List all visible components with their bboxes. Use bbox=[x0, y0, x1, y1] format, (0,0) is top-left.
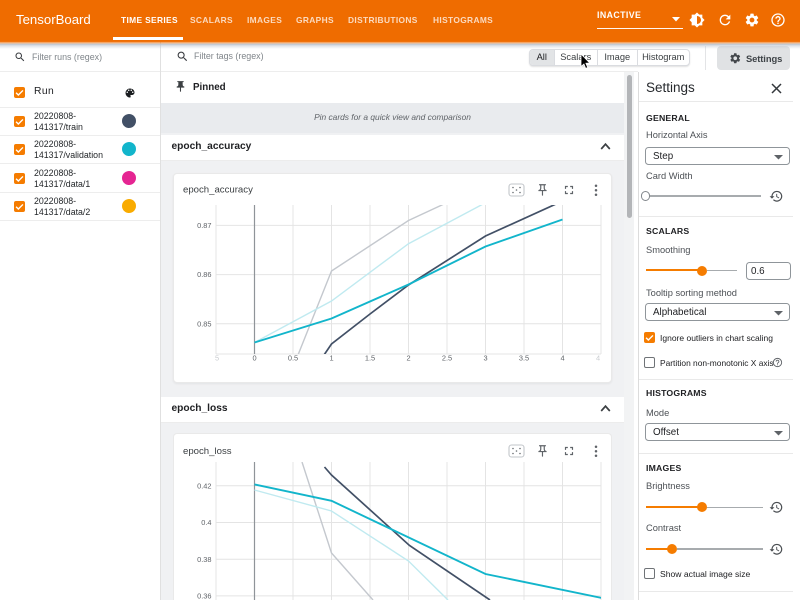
svg-text:3: 3 bbox=[483, 354, 487, 363]
svg-text:2: 2 bbox=[406, 354, 410, 363]
svg-text:0: 0 bbox=[252, 354, 256, 363]
svg-text:4: 4 bbox=[596, 354, 600, 363]
svg-text:0.5: 0.5 bbox=[288, 354, 298, 363]
svg-text:0.4: 0.4 bbox=[201, 518, 211, 527]
svg-text:1.5: 1.5 bbox=[365, 354, 375, 363]
svg-text:0.86: 0.86 bbox=[197, 270, 211, 279]
svg-text:4: 4 bbox=[560, 354, 564, 363]
svg-text:5: 5 bbox=[215, 354, 219, 363]
svg-text:1: 1 bbox=[329, 354, 333, 363]
svg-text:epoch_accuracy: epoch_accuracy bbox=[183, 185, 253, 196]
svg-text:3.5: 3.5 bbox=[519, 354, 529, 363]
svg-text:0.85: 0.85 bbox=[197, 319, 211, 328]
svg-text:0.36: 0.36 bbox=[197, 592, 211, 600]
svg-text:0.87: 0.87 bbox=[197, 221, 211, 230]
svg-text:0.42: 0.42 bbox=[197, 481, 211, 490]
svg-text:2.5: 2.5 bbox=[442, 354, 452, 363]
svg-text:0.38: 0.38 bbox=[197, 555, 211, 564]
svg-text:epoch_loss: epoch_loss bbox=[183, 446, 232, 457]
